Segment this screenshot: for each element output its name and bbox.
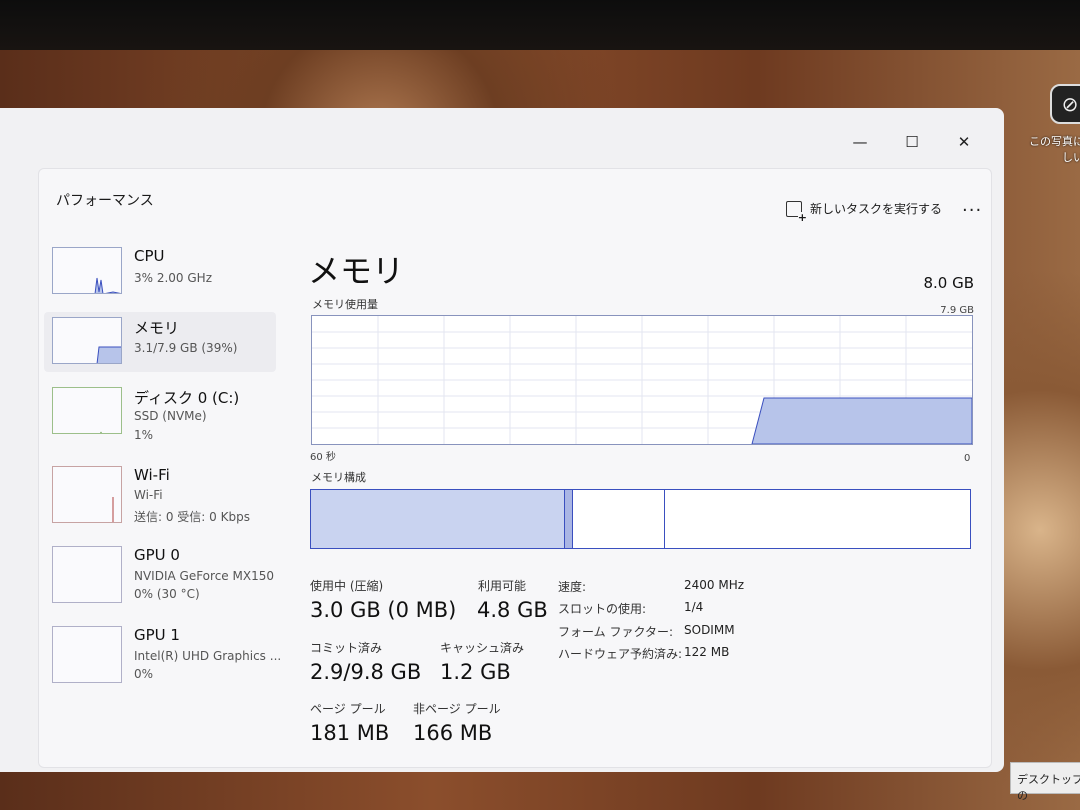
close-button[interactable]: ✕ (938, 128, 990, 156)
sidebar-item-memory[interactable]: メモリ 3.1/7.9 GB (39%) (44, 312, 276, 372)
more-options-button[interactable]: ··· (962, 200, 982, 221)
sidebar-item-detail: SSD (NVMe) (134, 409, 207, 423)
in-use-label: 使用中 (圧縮) (310, 579, 384, 593)
sidebar-item-usage: 1% (134, 428, 154, 442)
form-factor-label: フォーム ファクター: (558, 625, 674, 639)
wifi-thumbnail-graph (52, 466, 122, 523)
cpu-thumbnail-graph (52, 247, 122, 294)
page-title: パフォーマンス (56, 193, 154, 209)
sidebar-item-label: CPU (134, 247, 165, 265)
composition-standby (573, 490, 665, 548)
available-label: 利用可能 (478, 579, 527, 593)
sidebar-item-detail: Intel(R) UHD Graphics ... (134, 649, 282, 663)
window-controls: — ☐ ✕ (834, 128, 990, 156)
composition-modified (564, 490, 573, 548)
usage-graph-label: メモリ使用量 (312, 298, 378, 311)
usage-graph-area (751, 397, 973, 445)
sidebar-item-detail: Wi-Fi (134, 488, 163, 502)
sidebar-item-gpu1[interactable]: GPU 1 Intel(R) UHD Graphics ... 0% (52, 626, 282, 686)
sidebar-item-label: Wi-Fi (134, 466, 170, 484)
sidebar-item-cpu[interactable]: CPU 3% 2.00 GHz (52, 247, 282, 307)
desktop-tooltip: デスクトップの (1010, 762, 1080, 802)
slots-label: スロットの使用: (558, 602, 647, 616)
committed-value: 2.9/9.8 GB (310, 660, 422, 684)
paged-pool-label: ページ プール (310, 702, 386, 716)
gpu1-thumbnail-graph (52, 626, 122, 683)
memory-usage-graph (311, 315, 973, 445)
committed-label: コミット済み (310, 641, 383, 655)
composition-in-use (311, 490, 565, 548)
form-factor-value: SODIMM (684, 623, 735, 637)
sidebar-item-gpu0[interactable]: GPU 0 NVIDIA GeForce MX150 0% (30 °C) (52, 546, 282, 606)
sidebar-item-detail: 3.1/7.9 GB (39%) (134, 341, 238, 355)
sidebar-item-detail: 3% 2.00 GHz (134, 271, 213, 285)
sidebar-item-wifi[interactable]: Wi-Fi Wi-Fi 送信: 0 受信: 0 Kbps (52, 466, 282, 526)
sidebar-item-usage: 0% (30 °C) (134, 587, 200, 601)
sidebar-item-usage: 0% (134, 667, 154, 681)
paged-pool-value: 181 MB (310, 721, 390, 745)
new-task-icon (786, 200, 807, 223)
sidebar-item-throughput: 送信: 0 受信: 0 Kbps (134, 510, 250, 524)
speed-value: 2400 MHz (684, 578, 745, 592)
hardware-reserved-label: ハードウェア予約済み: (558, 647, 683, 661)
composition-label: メモリ構成 (311, 471, 366, 484)
in-use-value: 3.0 GB (0 MB) (310, 598, 457, 622)
nonpaged-pool-label: 非ページ プール (413, 702, 501, 716)
speed-label: 速度: (558, 580, 587, 594)
run-new-task-button[interactable]: 新しいタスクを実行する (786, 200, 943, 223)
graph-axis-right: 0 (964, 453, 971, 464)
usage-graph-svg (312, 316, 973, 445)
sidebar-item-label: ディスク 0 (C:) (134, 389, 240, 407)
disk-thumbnail-graph (52, 387, 122, 434)
composition-free (665, 490, 970, 548)
sidebar-item-label: GPU 0 (134, 546, 180, 564)
memory-total: 8.0 GB (923, 274, 974, 292)
memory-thumbnail-graph (52, 317, 122, 364)
desktop-photo-icon[interactable]: ⊘ (1050, 84, 1080, 124)
memory-composition-bar (310, 489, 971, 549)
hardware-reserved-value: 122 MB (684, 645, 730, 659)
cached-label: キャッシュ済み (440, 641, 525, 655)
nonpaged-pool-value: 166 MB (413, 721, 493, 745)
graph-axis-left: 60 秒 (310, 452, 336, 463)
memory-title: メモリ (308, 252, 405, 290)
gpu0-thumbnail-graph (52, 546, 122, 603)
run-new-task-label: 新しいタスクを実行する (810, 202, 943, 216)
minimize-button[interactable]: — (834, 128, 886, 156)
available-value: 4.8 GB (477, 598, 548, 622)
sidebar-item-label: GPU 1 (134, 626, 180, 644)
slots-value: 1/4 (684, 600, 704, 614)
sidebar-item-disk[interactable]: ディスク 0 (C:) SSD (NVMe) 1% (52, 387, 282, 447)
maximize-button[interactable]: ☐ (886, 128, 938, 156)
sidebar-item-label: メモリ (134, 319, 180, 337)
cached-value: 1.2 GB (440, 660, 511, 684)
desktop-photo-caption: この写真に しい (1029, 135, 1080, 164)
sidebar-item-detail: NVIDIA GeForce MX150 (134, 569, 274, 583)
